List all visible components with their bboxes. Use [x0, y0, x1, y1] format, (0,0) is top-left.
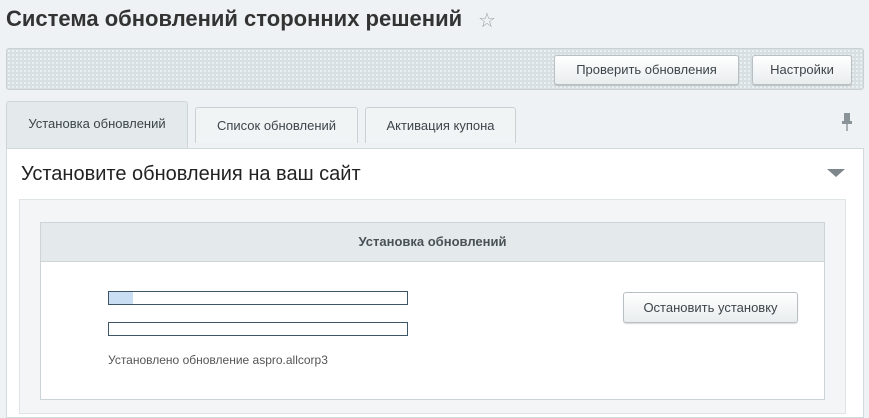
star-icon[interactable]: ☆ [478, 8, 496, 33]
install-box-header: Установка обновлений [41, 223, 824, 262]
progress-bar-secondary [108, 322, 408, 336]
chevron-down-icon[interactable] [827, 169, 845, 177]
check-updates-button[interactable]: Проверить обновления [554, 55, 739, 85]
tab-updates-list[interactable]: Список обновлений [195, 107, 358, 143]
progress-fill-primary [109, 292, 133, 304]
page-title: Система обновлений сторонних решений [6, 6, 463, 31]
pin-icon[interactable] [840, 112, 854, 132]
stop-install-button[interactable]: Остановить установку [623, 292, 798, 323]
tab-coupon-activation[interactable]: Активация купона [365, 107, 516, 143]
install-status-text: Установлено обновление aspro.allcorp3 [108, 353, 328, 367]
settings-button[interactable]: Настройки [752, 55, 852, 85]
section-title: Установите обновления на ваш сайт [21, 163, 361, 185]
progress-bar-primary [108, 291, 408, 305]
tab-install-updates[interactable]: Установка обновлений [6, 101, 188, 148]
